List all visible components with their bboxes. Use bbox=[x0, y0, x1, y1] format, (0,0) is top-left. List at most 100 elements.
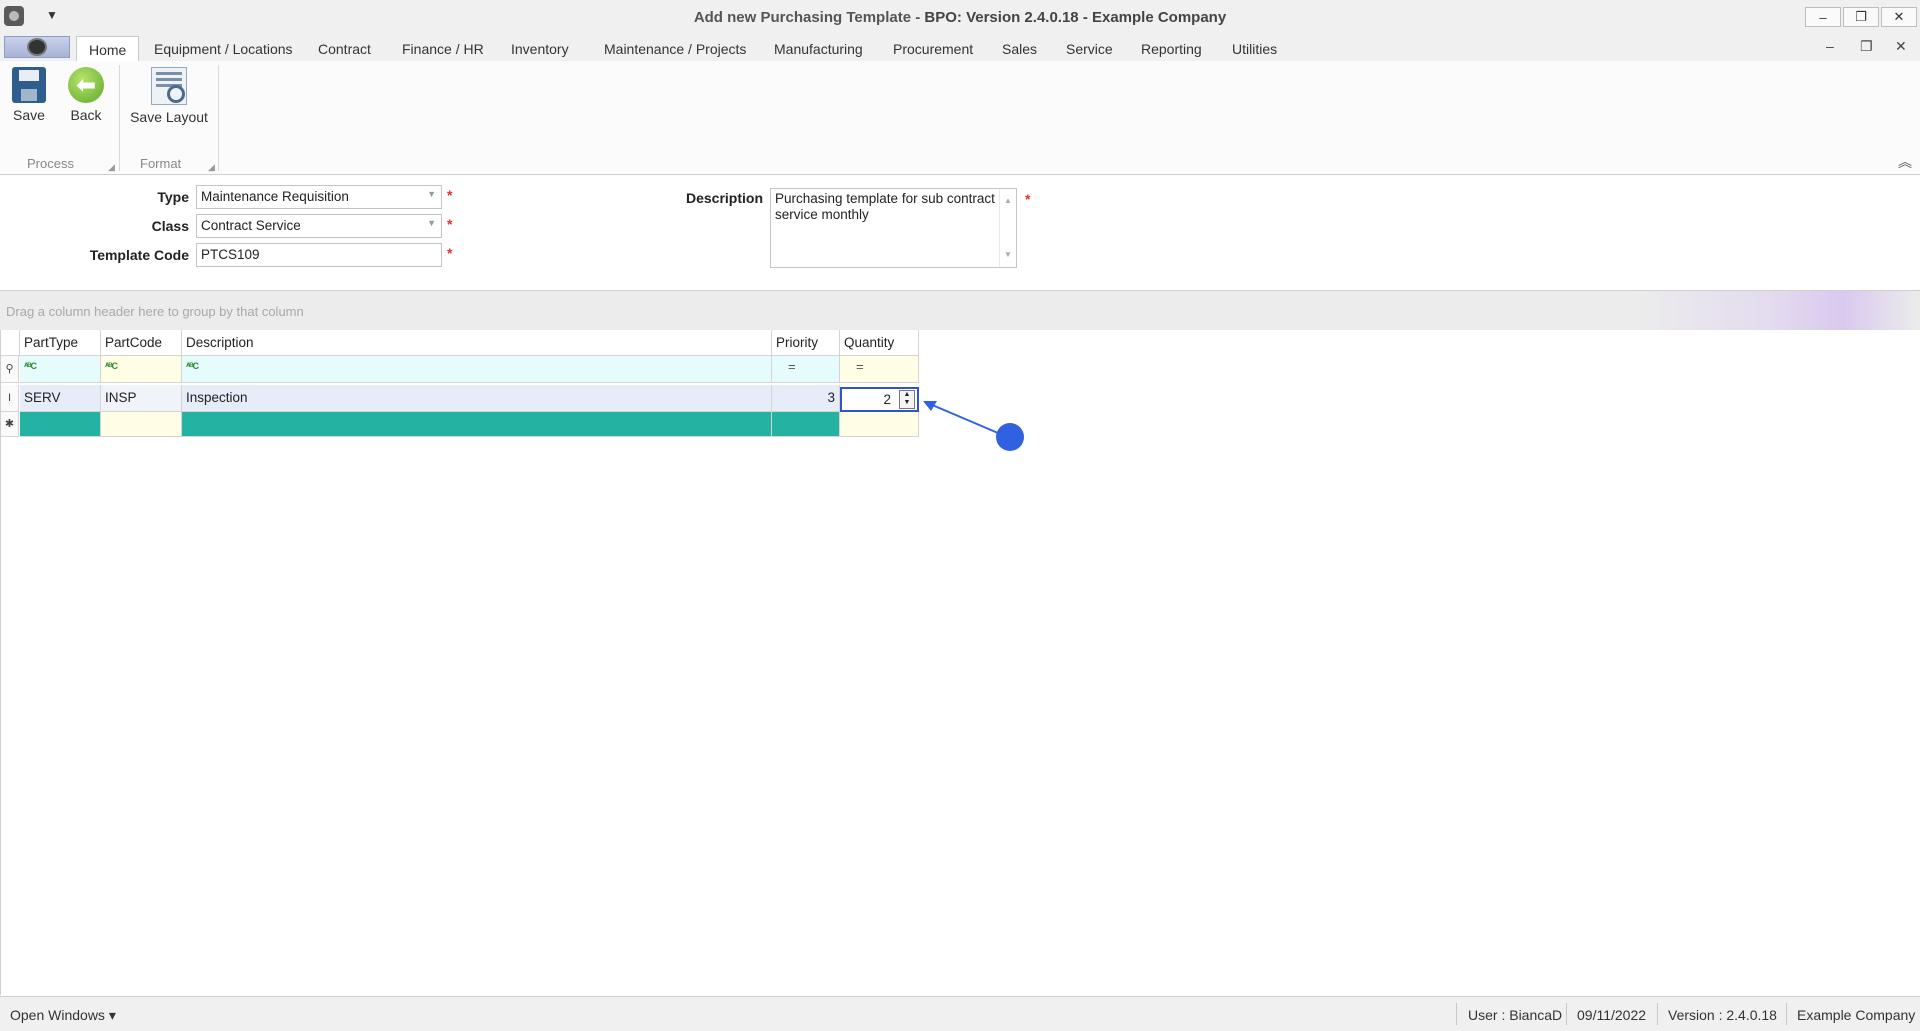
type-value: Maintenance Requisition bbox=[201, 189, 349, 204]
ribbon-group-divider bbox=[218, 65, 219, 171]
group-label-format: Format bbox=[140, 156, 182, 171]
save-layout-icon bbox=[151, 67, 187, 105]
ribbon-group-divider bbox=[119, 65, 120, 171]
status-divider bbox=[1786, 1003, 1787, 1025]
minimize-button[interactable]: – bbox=[1805, 7, 1841, 27]
chevron-down-icon[interactable]: ▼ bbox=[427, 189, 436, 199]
quantity-value: 2 bbox=[883, 392, 891, 407]
class-dropdown[interactable]: Contract Service ▼ bbox=[196, 214, 442, 238]
template-code-value: PTCS109 bbox=[201, 247, 260, 262]
tab-sales[interactable]: Sales bbox=[1002, 38, 1037, 61]
required-indicator: * bbox=[447, 187, 453, 203]
status-date: 09/11/2022 bbox=[1577, 1007, 1647, 1023]
text-filter-icon: ᴬᴮC bbox=[24, 361, 37, 371]
column-header-partcode[interactable]: PartCode bbox=[101, 330, 182, 356]
required-indicator: * bbox=[1025, 191, 1031, 207]
scroll-down-icon[interactable]: ▼ bbox=[1004, 247, 1012, 263]
mdi-close-icon[interactable]: ✕ bbox=[1895, 38, 1907, 55]
stepper-down-icon[interactable]: ▼ bbox=[900, 399, 914, 407]
window-title-prefix: Add new Purchasing Template - bbox=[693, 9, 925, 26]
column-header-parttype[interactable]: PartType bbox=[20, 330, 101, 356]
template-code-input[interactable]: PTCS109 bbox=[196, 243, 442, 267]
tab-procurement[interactable]: Procurement bbox=[893, 38, 973, 61]
new-row-partcode[interactable] bbox=[101, 412, 182, 437]
table-row-partcode[interactable]: INSP bbox=[101, 385, 182, 412]
filter-cell-partcode[interactable]: ᴬᴮC bbox=[101, 356, 182, 383]
tab-contract[interactable]: Contract bbox=[318, 38, 371, 61]
window-title: Add new Purchasing Template - BPO: Versi… bbox=[0, 9, 1920, 26]
mdi-minimize-icon[interactable]: – bbox=[1826, 38, 1834, 54]
ribbon-tab-bar: Home Equipment / Locations Contract Fina… bbox=[0, 34, 1920, 63]
back-arrow-icon: ⬅ bbox=[68, 67, 104, 103]
description-textarea[interactable]: Purchasing template for sub contract ser… bbox=[770, 188, 1017, 268]
application-menu-button[interactable] bbox=[4, 36, 70, 58]
description-scrollbar[interactable]: ▲ ▼ bbox=[999, 189, 1016, 267]
tab-reporting[interactable]: Reporting bbox=[1141, 38, 1202, 61]
save-layout-button[interactable]: Save Layout bbox=[128, 67, 210, 125]
save-button-label: Save bbox=[13, 107, 45, 123]
new-row-parttype[interactable] bbox=[20, 412, 101, 437]
column-header-priority[interactable]: Priority bbox=[772, 330, 840, 356]
tab-equipment-locations[interactable]: Equipment / Locations bbox=[154, 38, 293, 61]
format-group-launcher-icon[interactable]: ◢ bbox=[208, 162, 215, 173]
type-dropdown[interactable]: Maintenance Requisition ▼ bbox=[196, 185, 442, 209]
status-user: User : BiancaD bbox=[1468, 1007, 1563, 1023]
back-button-label: Back bbox=[70, 107, 102, 123]
template-code-label: Template Code bbox=[89, 247, 189, 263]
company-logo-icon bbox=[27, 38, 47, 56]
quantity-stepper[interactable]: ▲ ▼ bbox=[899, 390, 915, 409]
filter-cell-priority[interactable]: = bbox=[772, 356, 840, 383]
title-bar: ▼ Add new Purchasing Template - BPO: Ver… bbox=[0, 0, 1920, 35]
save-disk-icon bbox=[12, 67, 46, 103]
chevron-down-icon[interactable]: ▼ bbox=[427, 218, 436, 228]
required-indicator: * bbox=[447, 245, 453, 261]
status-version: Version : 2.4.0.18 bbox=[1668, 1007, 1777, 1023]
table-row-parttype[interactable]: SERV bbox=[20, 385, 101, 412]
type-label: Type bbox=[157, 189, 189, 205]
status-divider bbox=[1657, 1003, 1658, 1025]
equals-filter-icon: = bbox=[788, 359, 796, 374]
grid-group-panel[interactable]: Drag a column header here to group by th… bbox=[0, 290, 1920, 332]
mdi-restore-icon[interactable]: ❐ bbox=[1860, 38, 1873, 55]
filter-row-indicator-icon: ⚲ bbox=[1, 356, 19, 383]
process-group-launcher-icon[interactable]: ◢ bbox=[108, 162, 115, 173]
tab-utilities[interactable]: Utilities bbox=[1232, 38, 1277, 61]
scroll-up-icon[interactable]: ▲ bbox=[1004, 193, 1012, 209]
stepper-up-icon[interactable]: ▲ bbox=[900, 391, 914, 399]
filter-cell-parttype[interactable]: ᴬᴮC bbox=[20, 356, 101, 383]
save-button[interactable]: Save bbox=[10, 67, 48, 123]
class-value: Contract Service bbox=[201, 218, 301, 233]
restore-button[interactable]: ❐ bbox=[1843, 7, 1879, 27]
status-divider bbox=[1456, 1003, 1457, 1025]
quantity-spin-editor[interactable]: 2 ▲ ▼ bbox=[840, 387, 919, 412]
table-row-priority[interactable]: 3 bbox=[772, 385, 840, 412]
required-indicator: * bbox=[447, 216, 453, 232]
row-edit-indicator-icon: I bbox=[1, 385, 19, 412]
template-header-form: Type Maintenance Requisition ▼ * Class C… bbox=[0, 175, 1920, 289]
tab-finance-hr[interactable]: Finance / HR bbox=[402, 38, 484, 61]
status-divider bbox=[1566, 1003, 1567, 1025]
open-windows-menu[interactable]: Open Windows ▾ bbox=[10, 1007, 116, 1024]
back-button[interactable]: ⬅ Back bbox=[66, 67, 106, 123]
save-layout-button-label: Save Layout bbox=[130, 109, 208, 125]
column-header-quantity[interactable]: Quantity bbox=[840, 330, 919, 356]
new-row-description[interactable] bbox=[182, 412, 772, 437]
window-title-main: BPO: Version 2.4.0.18 - Example Company bbox=[924, 9, 1227, 26]
status-company: Example Company bbox=[1797, 1007, 1916, 1023]
tab-inventory[interactable]: Inventory bbox=[511, 38, 569, 61]
filter-cell-description[interactable]: ᴬᴮC bbox=[182, 356, 772, 383]
new-row-quantity[interactable] bbox=[840, 412, 919, 437]
tab-manufacturing[interactable]: Manufacturing bbox=[774, 38, 863, 61]
text-filter-icon: ᴬᴮC bbox=[105, 361, 118, 371]
column-header-description[interactable]: Description bbox=[182, 330, 772, 356]
tab-service[interactable]: Service bbox=[1066, 38, 1113, 61]
table-row-description[interactable]: Inspection bbox=[182, 385, 772, 412]
text-filter-icon: ᴬᴮC bbox=[186, 361, 199, 371]
collapse-ribbon-icon[interactable]: ︽ bbox=[1898, 152, 1912, 172]
new-row-priority[interactable] bbox=[772, 412, 840, 437]
close-button[interactable]: ✕ bbox=[1881, 7, 1917, 27]
class-label: Class bbox=[151, 218, 189, 234]
tab-home[interactable]: Home bbox=[76, 36, 140, 63]
tab-maintenance-projects[interactable]: Maintenance / Projects bbox=[604, 38, 746, 61]
filter-cell-quantity[interactable]: = bbox=[840, 356, 919, 383]
